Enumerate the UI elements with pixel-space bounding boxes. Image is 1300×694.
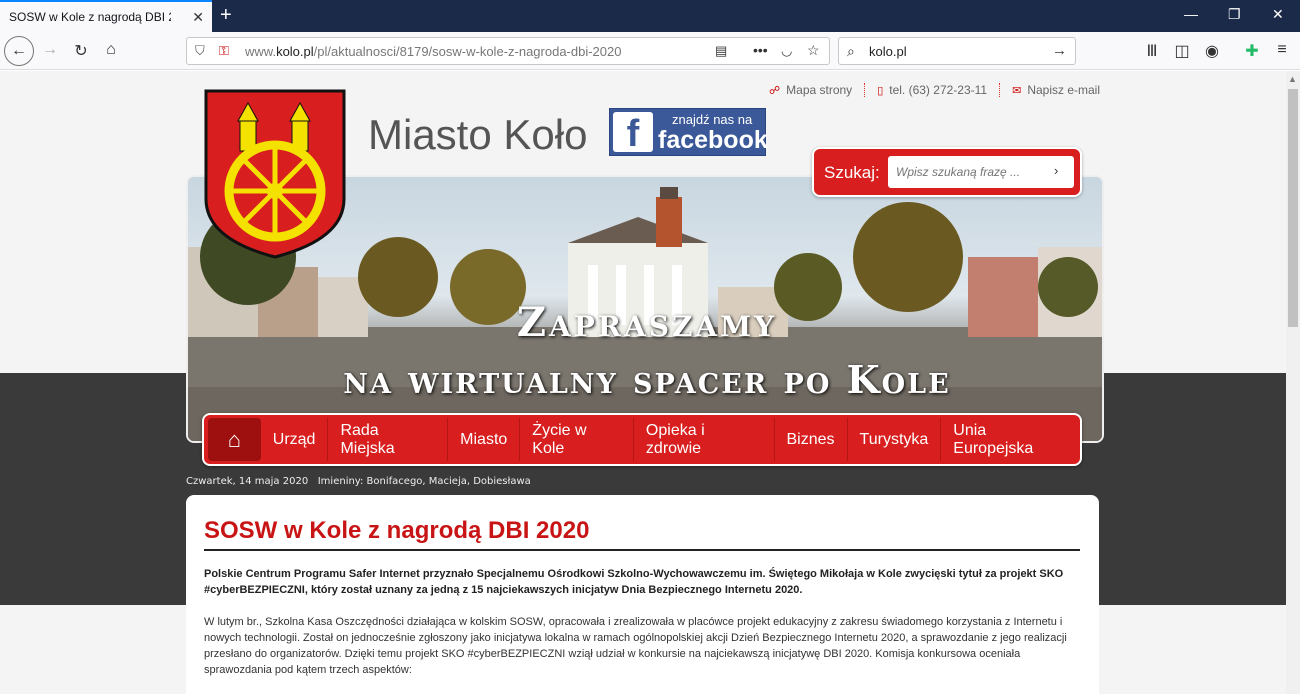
nav-item-miasto[interactable]: Miasto [448,418,521,461]
title-divider [204,549,1080,551]
nav-item-zycie-w-kole[interactable]: Życie w Kole [520,418,634,461]
search-label: Szukaj: [824,163,880,182]
account-icon[interactable]: ◉ [1202,41,1222,61]
nav-item-rada-miejska[interactable]: Rada Miejska [328,418,449,461]
envelope-icon: ✉ [1012,84,1022,97]
search-go-icon[interactable]: → [1052,42,1067,59]
scrollbar-thumb[interactable] [1288,89,1298,327]
restore-icon[interactable]: ❐ [1228,6,1241,23]
nav-item-opieka-i-zdrowie[interactable]: Opieka i zdrowie [634,418,775,461]
url-path: /pl/aktualnosci/8179/sosw-w-kole-z-nagro… [313,44,622,59]
url-prefix: www. [245,44,277,59]
phone-label: tel. (63) 272-23-11 [889,83,988,97]
new-tab-icon[interactable]: + [220,4,232,26]
tab-strip: SOSW w Kole z nagrodą DBI 2020 ✕ + — ❐ ✕ [0,0,1300,32]
scroll-up-icon[interactable]: ▲ [1288,74,1297,84]
banner-line-1: Zapraszamy [516,299,778,346]
active-tab[interactable]: SOSW w Kole z nagrodą DBI 2020 ✕ [0,0,212,32]
article-content: SOSW w Kole z nagrodą DBI 2020 Polskie C… [186,495,1099,694]
dateline: Czwartek, 14 maja 2020 Imieniny: Bonifac… [186,476,531,487]
phone-link[interactable]: ▯ tel. (63) 272-23-11 [865,83,1001,97]
house-icon: ⌂ [227,426,242,452]
pocket-icon[interactable]: ◡ [781,43,792,59]
phone-icon: ▯ [877,84,884,97]
bookmark-star-icon[interactable]: ☆ [807,42,820,59]
facebook-small-text: znajdź nas na [672,112,753,127]
nav-item-turystyka[interactable]: Turystyka [848,418,942,461]
nav-item-unia-europejska[interactable]: Unia Europejska [941,418,1080,461]
article-lead: Polskie Centrum Programu Safer Internet … [204,568,1064,596]
library-icon[interactable]: Ⅲ [1142,41,1162,61]
facebook-f-icon: f [613,112,653,155]
menu-icon[interactable]: ≡ [1272,41,1292,59]
site-title[interactable]: Miasto Koło [368,111,587,159]
banner-line-2: na wirtualny spacer po Kole [343,357,951,402]
search-bar[interactable]: ⌕ kolo.pl → [838,37,1076,65]
minimize-icon[interactable]: — [1184,6,1198,22]
reader-view-icon[interactable]: ▤ [715,43,727,59]
article-body: W lutym br., Szkolna Kasa Oszczędności d… [204,616,1067,676]
facebook-big-text: facebook [658,126,768,154]
insecure-lock-icon[interactable]: ⚿ [219,43,229,59]
home-icon[interactable]: ⌂ [101,41,121,59]
sidebar-icon[interactable]: ◫ [1172,41,1192,61]
site-search-input[interactable] [888,156,1074,188]
sitemap-link[interactable]: ☍ Mapa strony [757,83,866,97]
reload-icon[interactable]: ↻ [71,41,91,61]
nav-item-biznes[interactable]: Biznes [775,418,848,461]
arrow-left-icon: ← [11,42,27,59]
url-domain: kolo.pl [276,44,314,59]
nav-item-urzad[interactable]: Urząd [261,418,329,461]
nav-home-button[interactable]: ⌂ [208,418,261,461]
search-bar-value[interactable]: kolo.pl [869,44,907,59]
window-close-icon[interactable]: ✕ [1272,6,1284,23]
page-viewport: ☍ Mapa strony ▯ tel. (63) 272-23-11 ✉ Napis… [0,71,1286,694]
name-days: Imieniny: Bonifacego, Macieja, Dobiesław… [317,476,531,487]
site-search: Szukaj: › [812,147,1082,197]
main-navigation: ⌂ Urząd Rada Miejska Miasto Życie w Kole… [202,413,1082,466]
forward-icon[interactable]: → [40,41,60,59]
address-bar[interactable]: ⛉ ⚿ www.kolo.pl/pl/aktualnosci/8179/sosw… [186,37,830,65]
search-icon: ⌕ [847,43,855,59]
email-link[interactable]: ✉ Napisz e-mail [1000,83,1100,97]
shield-icon[interactable]: ⛉ [195,43,205,59]
article-title: SOSW w Kole z nagrodą DBI 2020 [204,517,590,544]
top-links: ☍ Mapa strony ▯ tel. (63) 272-23-11 ✉ Napis… [757,83,1100,97]
close-tab-icon[interactable]: ✕ [192,9,204,26]
url-text[interactable]: www.kolo.pl/pl/aktualnosci/8179/sosw-w-k… [245,44,621,59]
facebook-badge[interactable]: f znajdź nas na facebook [609,108,768,156]
sitemap-label: Mapa strony [786,83,853,97]
browser-toolbar: ← → ↻ ⌂ ⛉ ⚿ www.kolo.pl/pl/aktualnosci/8… [0,32,1300,70]
chevron-right-icon[interactable]: › [1054,163,1058,178]
extensions-icon[interactable]: ✚ [1242,41,1262,61]
current-date: Czwartek, 14 maja 2020 [186,476,309,487]
page-actions-icon[interactable]: ••• [753,42,768,58]
tab-title: SOSW w Kole z nagrodą DBI 2020 [9,10,171,24]
back-button[interactable]: ← [4,36,34,66]
email-label: Napisz e-mail [1027,83,1100,97]
coat-of-arms-logo[interactable] [204,89,346,259]
page-scrollbar[interactable]: ▲ [1286,71,1300,694]
sitemap-icon: ☍ [769,84,781,97]
